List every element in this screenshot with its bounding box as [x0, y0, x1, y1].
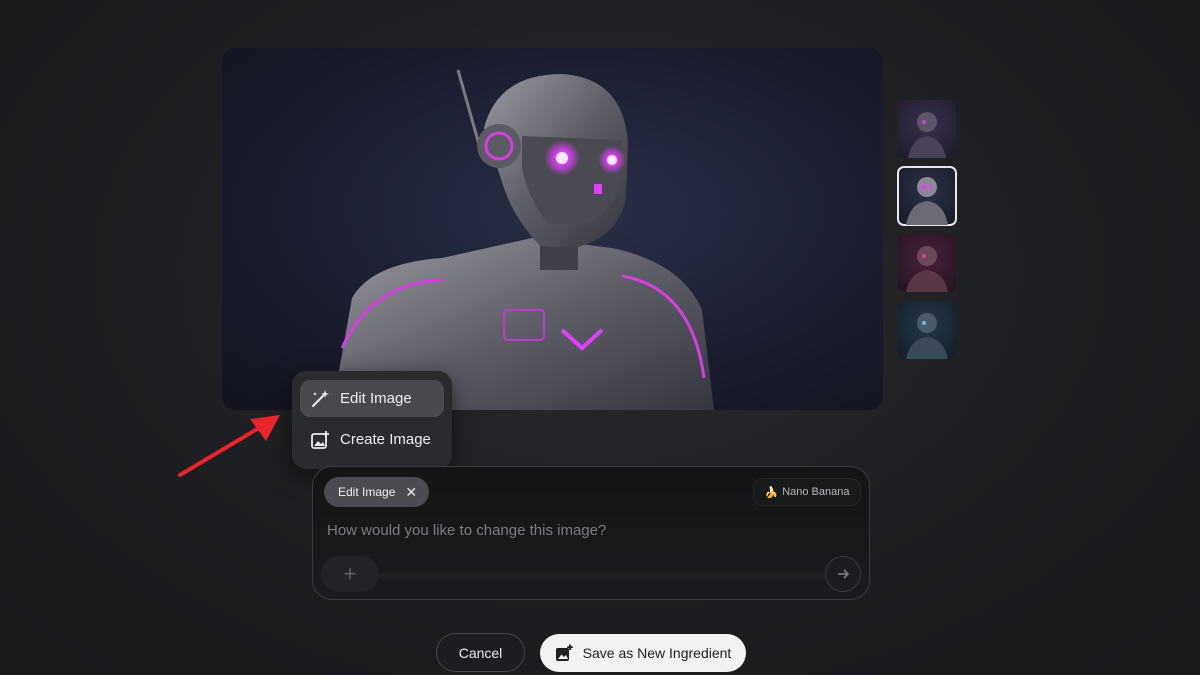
- menu-item-create-image[interactable]: Create Image: [300, 421, 444, 458]
- save-label: Save as New Ingredient: [582, 645, 732, 661]
- menu-item-label: Edit Image: [340, 390, 412, 407]
- menu-item-label: Create Image: [340, 431, 431, 448]
- save-as-new-ingredient-button[interactable]: Save as New Ingredient: [540, 634, 746, 672]
- mode-chip-label: Edit Image: [338, 485, 396, 499]
- add-attachment-button[interactable]: +: [321, 556, 379, 592]
- generated-image: [222, 48, 883, 410]
- image-action-menu: Edit Image Create Image: [292, 371, 452, 469]
- robot-thumbnail-icon: [906, 313, 948, 359]
- thumbnail-variant-3[interactable]: [898, 234, 956, 292]
- prompt-box: Edit Image ✕ 🍌 Nano Banana How would you…: [312, 466, 870, 600]
- banana-icon: 🍌: [764, 486, 779, 499]
- annotation-arrow-icon: [178, 415, 280, 477]
- magic-wand-icon: [312, 389, 329, 407]
- cancel-button[interactable]: Cancel: [436, 633, 525, 672]
- cancel-label: Cancel: [458, 644, 503, 661]
- close-icon[interactable]: ✕: [405, 484, 417, 501]
- robot-thumbnail-icon: [906, 246, 948, 292]
- robot-thumbnail-icon: [908, 112, 946, 158]
- send-button[interactable]: [825, 556, 861, 592]
- robot-thumbnail-icon: [906, 177, 948, 225]
- model-label: Nano Banana: [782, 486, 850, 498]
- mode-chip-edit-image[interactable]: Edit Image ✕: [324, 477, 430, 507]
- plus-icon: +: [343, 561, 357, 586]
- thumbnail-variant-2[interactable]: [897, 166, 957, 226]
- thumbnail-variant-1[interactable]: [898, 100, 956, 158]
- arrow-right-icon: [838, 569, 850, 579]
- robot-illustration: [332, 69, 714, 410]
- model-selector[interactable]: 🍌 Nano Banana: [753, 478, 861, 506]
- prompt-input[interactable]: How would you like to change this image?: [327, 522, 606, 539]
- add-image-icon: [311, 430, 329, 449]
- thumbnail-strip: [897, 100, 958, 368]
- add-image-icon: [555, 644, 573, 661]
- input-track: [379, 573, 825, 579]
- thumbnail-variant-4[interactable]: [898, 301, 956, 359]
- menu-item-edit-image[interactable]: Edit Image: [300, 380, 444, 417]
